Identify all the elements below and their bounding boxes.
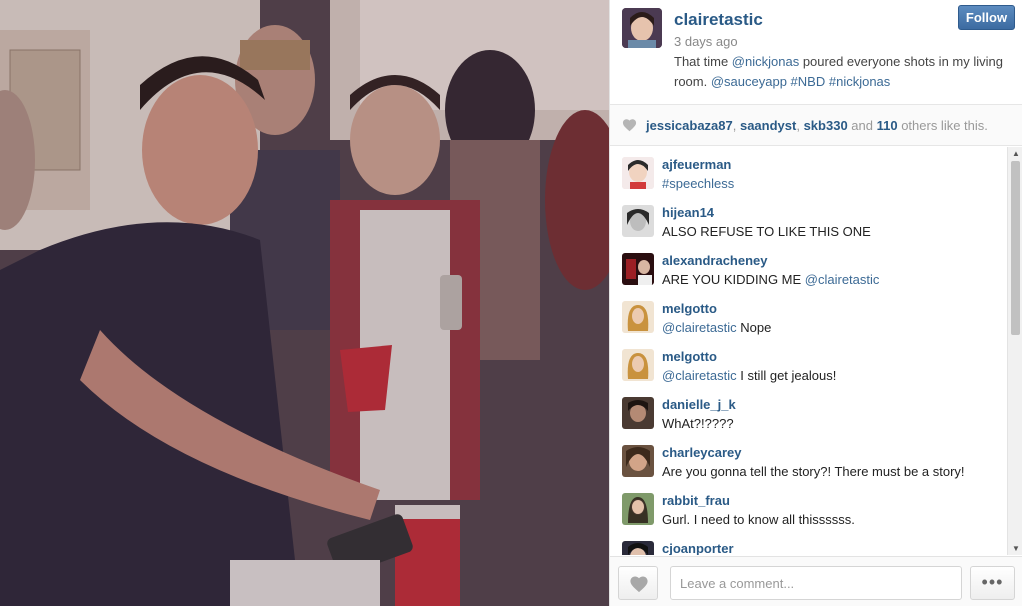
- liker-link[interactable]: saandyst: [740, 118, 796, 133]
- user-avatar-image: [622, 541, 654, 555]
- user-avatar-image: [622, 205, 654, 237]
- comment-avatar[interactable]: [622, 157, 654, 189]
- comment-avatar[interactable]: [622, 445, 654, 477]
- caption-mention-nickjonas[interactable]: @nickjonas: [732, 54, 799, 69]
- more-dots-icon: •••: [981, 572, 1004, 592]
- caption-text: That time: [674, 54, 732, 69]
- comment-text: @clairetastic I still get jealous!: [662, 368, 836, 383]
- comment-text: ARE YOU KIDDING ME @clairetastic: [662, 272, 879, 287]
- post-photo[interactable]: [0, 0, 609, 606]
- cartoon-avatar-image: [622, 157, 654, 189]
- comment-item: cjoanporter: [610, 531, 1007, 555]
- comment-input[interactable]: [670, 566, 962, 600]
- comment-text: #speechless: [662, 176, 734, 191]
- comment-item: melgotto @clairetastic Nope: [610, 291, 1007, 339]
- comment-body: I still get jealous!: [736, 368, 837, 383]
- post-caption: That time @nickjonas poured everyone sho…: [674, 52, 1004, 92]
- comment-avatar[interactable]: [622, 349, 654, 381]
- comment-item: charleycarey Are you gonna tell the stor…: [610, 435, 1007, 483]
- post-side-panel: clairetastic 3 days ago That time @nickj…: [609, 0, 1022, 606]
- comment-item: melgotto @clairetastic I still get jealo…: [610, 339, 1007, 387]
- comment-body: Nope: [736, 320, 772, 335]
- comment-avatar[interactable]: [622, 253, 654, 285]
- comments-list: ajfeuerman #speechless hijean14 ALSO REF…: [610, 147, 1007, 555]
- comment-avatar[interactable]: [622, 541, 654, 555]
- comment-username[interactable]: charleycarey: [662, 445, 742, 460]
- user-avatar-image: [622, 253, 654, 285]
- comment-text: Are you gonna tell the story?! There mus…: [662, 464, 965, 479]
- likes-summary: jessicabaza87, saandyst, skb330 and 110 …: [646, 118, 988, 133]
- comment-username[interactable]: cjoanporter: [662, 541, 734, 555]
- comment-mention[interactable]: @clairetastic: [805, 272, 880, 287]
- caption-hashtag-nickjonas[interactable]: #nickjonas: [829, 74, 890, 89]
- comment-username[interactable]: danielle_j_k: [662, 397, 736, 412]
- comment-username[interactable]: hijean14: [662, 205, 714, 220]
- comment-text: Gurl. I need to know all thissssss.: [662, 512, 855, 527]
- follow-button[interactable]: Follow: [958, 5, 1015, 30]
- likes-separator: ,: [732, 118, 740, 133]
- comment-username[interactable]: melgotto: [662, 349, 717, 364]
- post-header: clairetastic 3 days ago That time @nickj…: [610, 0, 1022, 104]
- user-avatar-image: [622, 349, 654, 381]
- comment-item: alexandracheney ARE YOU KIDDING ME @clai…: [610, 243, 1007, 291]
- comment-hashtag[interactable]: #speechless: [662, 176, 734, 191]
- like-button[interactable]: [618, 566, 658, 600]
- heart-icon: [622, 119, 637, 132]
- comment-text: WhAt?!????: [662, 416, 734, 431]
- comment-avatar[interactable]: [622, 493, 654, 525]
- more-options-button[interactable]: •••: [970, 566, 1015, 600]
- scrollbar-thumb[interactable]: [1011, 161, 1020, 335]
- likes-bar: jessicabaza87, saandyst, skb330 and 110 …: [610, 104, 1022, 146]
- post-username[interactable]: clairetastic: [674, 10, 763, 30]
- comment-text: @clairetastic Nope: [662, 320, 771, 335]
- comment-username[interactable]: rabbit_frau: [662, 493, 730, 508]
- comments-scrollbar[interactable]: ▲ ▼: [1007, 147, 1022, 555]
- comment-mention[interactable]: @clairetastic: [662, 320, 737, 335]
- comment-avatar[interactable]: [622, 301, 654, 333]
- user-avatar-image: [622, 493, 654, 525]
- comment-mention[interactable]: @clairetastic: [662, 368, 737, 383]
- party-photo-illustration: [0, 0, 609, 606]
- comment-footer: •••: [610, 556, 1022, 606]
- comment-text: ALSO REFUSE TO LIKE THIS ONE: [662, 224, 871, 239]
- comment-username[interactable]: melgotto: [662, 301, 717, 316]
- user-avatar-image: [622, 301, 654, 333]
- user-avatar-image: [622, 8, 662, 48]
- caption-mention-sauceyapp[interactable]: @sauceyapp: [711, 74, 787, 89]
- comment-avatar[interactable]: [622, 397, 654, 429]
- likes-separator: ,: [796, 118, 804, 133]
- user-avatar-image: [622, 445, 654, 477]
- likes-suffix: others like this.: [897, 118, 988, 133]
- comment-avatar[interactable]: [622, 205, 654, 237]
- comment-item: rabbit_frau Gurl. I need to know all thi…: [610, 483, 1007, 531]
- scroll-down-arrow-icon[interactable]: ▼: [1012, 544, 1020, 553]
- comment-body: ARE YOU KIDDING ME: [662, 272, 805, 287]
- caption-hashtag-nbd[interactable]: #NBD: [791, 74, 826, 89]
- comment-item: hijean14 ALSO REFUSE TO LIKE THIS ONE: [610, 195, 1007, 243]
- heart-icon: [630, 576, 648, 593]
- user-avatar-image: [622, 397, 654, 429]
- likes-and: and: [847, 118, 877, 133]
- comment-username[interactable]: alexandracheney: [662, 253, 768, 268]
- liker-link[interactable]: jessicabaza87: [646, 118, 733, 133]
- comment-username[interactable]: ajfeuerman: [662, 157, 731, 172]
- post-timestamp: 3 days ago: [674, 34, 738, 49]
- liker-link[interactable]: skb330: [804, 118, 848, 133]
- comment-item: danielle_j_k WhAt?!????: [610, 387, 1007, 435]
- avatar[interactable]: [622, 8, 662, 48]
- likes-count[interactable]: 110: [877, 118, 898, 133]
- comment-item: ajfeuerman #speechless: [610, 147, 1007, 195]
- scroll-up-arrow-icon[interactable]: ▲: [1012, 149, 1020, 158]
